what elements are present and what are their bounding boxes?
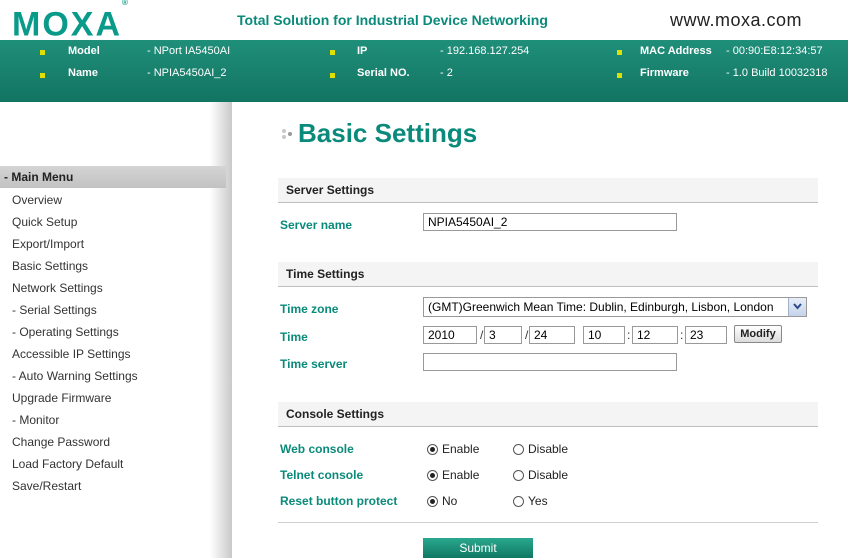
sidebar-item-operating-settings[interactable]: - Operating Settings — [12, 325, 119, 339]
radio-label: Enable — [442, 442, 480, 456]
sidebar-item-quick-setup[interactable]: Quick Setup — [12, 215, 77, 229]
time-settings-section: Time Settings — [278, 262, 818, 287]
logo-text: MOXA — [12, 5, 122, 44]
bullet-icon — [330, 50, 335, 55]
telnet-console-disable-radio[interactable] — [513, 470, 524, 481]
sidebar-item-save-restart[interactable]: Save/Restart — [12, 479, 81, 493]
sidebar-item-accessible-ip[interactable]: Accessible IP Settings — [12, 347, 131, 361]
model-value: - NPort IA5450AI — [147, 45, 231, 57]
time-zone-label: Time zone — [280, 302, 339, 316]
modify-button[interactable]: Modify — [734, 325, 782, 343]
radio-label: Disable — [528, 468, 569, 482]
serial-value: - 2 — [440, 67, 453, 79]
mac-value: - 00:90:E8:12:34:57 — [726, 45, 823, 57]
sidebar-item-auto-warning[interactable]: - Auto Warning Settings — [12, 369, 138, 383]
radio-label: Yes — [528, 494, 548, 508]
sidebar-item-export-import[interactable]: Export/Import — [12, 237, 84, 251]
time-zone-value: (GMT)Greenwich Mean Time: Dublin, Edinbu… — [428, 300, 774, 314]
logo-registered-mark: ® — [122, 0, 128, 7]
moxa-logo: MOXA® — [12, 0, 128, 42]
telnet-console-label: Telnet console — [280, 468, 364, 482]
name-value: - NPIA5450AI_2 — [147, 67, 227, 79]
sidebar-item-upgrade-firmware[interactable]: Upgrade Firmware — [12, 391, 111, 405]
ip-label: IP — [357, 45, 368, 57]
telnet-console-enable-radio[interactable] — [427, 470, 438, 481]
reset-protect-no-radio[interactable] — [427, 496, 438, 507]
device-info-bar: Model - NPort IA5450AI Name - NPIA5450AI… — [0, 40, 848, 102]
logo-area: MOXA® — [0, 0, 232, 42]
time-separator: : — [627, 328, 631, 342]
firmware-value: - 1.0 Build 10032318 — [726, 67, 828, 79]
reset-button-protect-label: Reset button protect — [280, 494, 398, 508]
ip-value: - 192.168.127.254 — [440, 45, 530, 57]
radio-label: No — [442, 494, 458, 508]
web-console-label: Web console — [280, 442, 354, 456]
server-name-input[interactable] — [423, 213, 677, 231]
submit-button[interactable]: Submit — [423, 538, 533, 558]
bullet-icon — [40, 73, 45, 78]
radio-label: Enable — [442, 468, 480, 482]
reset-protect-yes-radio[interactable] — [513, 496, 524, 507]
radio-label: Disable — [528, 442, 569, 456]
dropdown-arrow[interactable] — [788, 298, 806, 316]
section-heading: Time Settings — [286, 267, 365, 281]
section-heading: Server Settings — [286, 183, 375, 197]
console-settings-section: Console Settings — [278, 402, 818, 427]
server-settings-section: Server Settings — [278, 178, 818, 203]
hour-input[interactable] — [583, 326, 625, 344]
web-console-disable-radio[interactable] — [513, 444, 524, 455]
year-input[interactable] — [423, 326, 477, 344]
date-separator: / — [525, 328, 529, 342]
web-console-enable-radio[interactable] — [427, 444, 438, 455]
server-name-label: Server name — [280, 218, 353, 232]
time-separator: : — [680, 328, 684, 342]
sidebar-item-load-factory-default[interactable]: Load Factory Default — [12, 457, 123, 471]
day-input[interactable] — [529, 326, 575, 344]
main-menu-header[interactable]: - Main Menu — [0, 166, 226, 188]
section-heading: Console Settings — [286, 407, 385, 421]
sidebar-item-basic-settings[interactable]: Basic Settings — [12, 259, 88, 273]
bullet-icon — [40, 50, 45, 55]
serial-label: Serial NO. — [357, 67, 410, 79]
time-label: Time — [280, 330, 308, 344]
tagline: Total Solution for Industrial Device Net… — [237, 12, 548, 28]
time-server-input[interactable] — [423, 353, 677, 371]
second-input[interactable] — [685, 326, 727, 344]
website-url: www.moxa.com — [670, 10, 803, 30]
minute-input[interactable] — [632, 326, 678, 344]
model-label: Model — [68, 45, 100, 57]
name-label: Name — [68, 67, 98, 79]
mac-label: MAC Address — [640, 45, 712, 57]
page-title: Basic Settings — [298, 118, 478, 148]
bullet-icon — [617, 73, 622, 78]
bullet-icon — [330, 73, 335, 78]
chevron-down-icon — [793, 303, 802, 310]
firmware-label: Firmware — [640, 67, 689, 79]
time-zone-select[interactable]: (GMT)Greenwich Mean Time: Dublin, Edinbu… — [423, 297, 807, 317]
sidebar-item-network-settings[interactable]: Network Settings — [12, 281, 103, 295]
month-input[interactable] — [484, 326, 522, 344]
sidebar-item-monitor[interactable]: - Monitor — [12, 413, 59, 427]
date-separator: / — [480, 328, 484, 342]
bullet-icon — [617, 50, 622, 55]
sidebar-item-change-password[interactable]: Change Password — [12, 435, 110, 449]
title-dots-icon — [282, 129, 292, 139]
top-header: MOXA® Total Solution for Industrial Devi… — [0, 0, 848, 42]
sidebar-item-overview[interactable]: Overview — [12, 193, 62, 207]
sidebar-item-serial-settings[interactable]: - Serial Settings — [12, 303, 97, 317]
time-server-label: Time server — [280, 357, 348, 371]
divider — [278, 522, 818, 523]
